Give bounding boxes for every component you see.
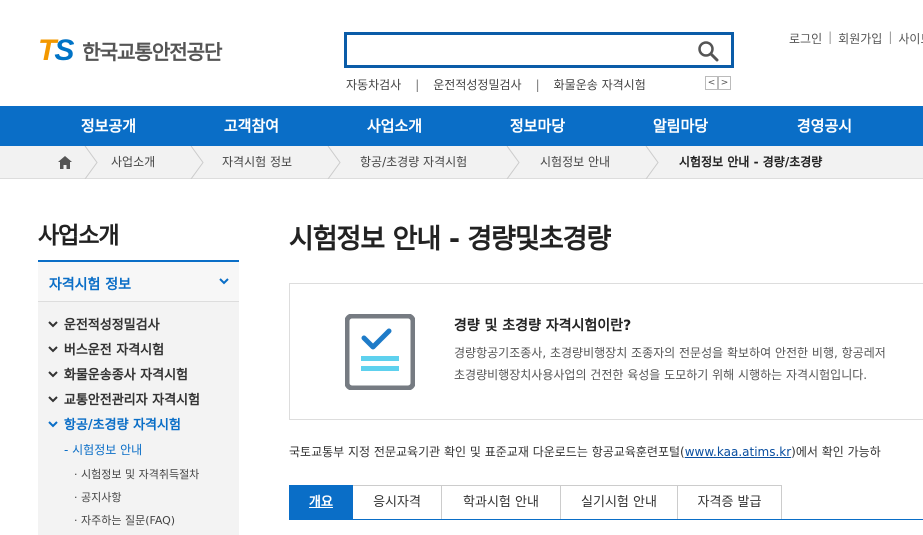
intro-box: 경량 및 초경량 자격시험이란? 경량항공기조종사, 초경량비행장치 조종자의 …	[289, 283, 923, 420]
lnb-item-aptitude[interactable]: 운전적성정밀검사	[48, 314, 160, 333]
lnb-item-cargo[interactable]: 화물운송종사 자격시험	[48, 364, 188, 383]
breadcrumb-item[interactable]: 자격시험 정보	[222, 146, 292, 179]
search-box	[344, 32, 734, 68]
site-header: T S 한국교통안전공단 자동차검사 | 운전적성정밀검사 | 화물운송 자격시…	[0, 0, 923, 106]
ts-logo-mark: T S	[38, 33, 75, 67]
intro-heading: 경량 및 초경량 자격시험이란?	[454, 318, 632, 334]
breadcrumb-separator-icon	[84, 146, 98, 179]
sitemap-link[interactable]: 사이트맵	[898, 30, 923, 47]
notice-text: 국토교통부 지정 전문교육기관 확인 및 표준교재 다운로드는 항공교육훈련포털…	[289, 443, 881, 460]
breadcrumb-separator-icon	[645, 146, 659, 179]
lnb-sub2-notice[interactable]: · 공지사항	[74, 489, 121, 505]
utility-links: 로그인 | 회원가입 | 사이트맵	[789, 30, 923, 47]
notice-suffix: )에서 확인 가능하	[791, 445, 881, 459]
breadcrumb: 사업소개 자격시험 정보 항공/초경량 자격시험 시험정보 안내 시험정보 안내…	[0, 146, 923, 179]
breadcrumb-separator-icon	[506, 146, 520, 179]
chevron-down-icon	[48, 345, 58, 352]
tabs-underline	[289, 519, 923, 520]
atims-portal-link[interactable]: www.kaa.atims.kr	[685, 445, 791, 459]
prev-arrow-button[interactable]: <	[705, 76, 718, 90]
lnb-sub-exam-info[interactable]: - 시험정보 안내	[64, 441, 142, 458]
chevron-down-icon	[48, 420, 58, 427]
logo-name: 한국교통안전공단	[82, 40, 222, 64]
lnb-sub2-faq[interactable]: · 자주하는 질문(FAQ)	[74, 512, 175, 528]
tab-license-issue[interactable]: 자격증 발급	[678, 485, 782, 520]
logo-letter-s: S	[54, 33, 75, 67]
login-link[interactable]: 로그인	[789, 30, 822, 47]
breadcrumb-item[interactable]: 사업소개	[111, 146, 155, 179]
tab-eligibility[interactable]: 응시자격	[353, 485, 442, 520]
gnb-item-info-square[interactable]: 정보마당	[510, 106, 565, 146]
lnb-item-label: 교통안전관리자 자격시험	[64, 393, 201, 408]
tab-practical-exam[interactable]: 실기시험 안내	[561, 485, 678, 520]
breadcrumb-separator-icon	[190, 146, 204, 179]
quick-link-vehicle-inspection[interactable]: 자동차검사	[346, 76, 401, 93]
breadcrumb-separator-icon	[327, 146, 341, 179]
checklist-icon	[345, 314, 415, 390]
chevron-down-icon	[48, 320, 58, 327]
logo-letter-t: T	[38, 33, 56, 67]
lnb-section-label: 자격시험 정보	[49, 277, 132, 293]
lnb-item-safety-manager[interactable]: 교통안전관리자 자격시험	[48, 389, 200, 408]
site-logo[interactable]: T S 한국교통안전공단	[38, 33, 223, 67]
gnb-item-customer[interactable]: 고객참여	[224, 106, 279, 146]
content-tabs: 개요 응시자격 학과시험 안내 실기시험 안내 자격증 발급	[289, 485, 782, 520]
intro-text-line: 경량항공기조종사, 초경량비행장치 조종자의 전문성을 확보하여 안전한 비행,…	[454, 346, 886, 360]
page-title: 시험정보 안내 - 경량및초경량	[289, 224, 611, 255]
left-navigation: 자격시험 정보 운전적성정밀검사 버스운전 자격시험 화물운송종사 자격시험 교…	[38, 262, 239, 535]
breadcrumb-item[interactable]: 시험정보 안내	[540, 146, 610, 179]
chevron-down-icon	[48, 395, 58, 402]
util-separator: |	[828, 30, 833, 44]
lnb-item-label: 운전적성정밀검사	[64, 318, 160, 333]
notice-prefix: 국토교통부 지정 전문교육기관 확인 및 표준교재 다운로드는 항공교육훈련포털…	[289, 445, 685, 459]
search-icon[interactable]	[697, 40, 719, 62]
util-separator: |	[888, 30, 893, 44]
quick-link-separator: |	[535, 77, 540, 92]
lnb-item-label: 버스운전 자격시험	[64, 343, 165, 358]
home-icon[interactable]	[58, 156, 72, 169]
signup-link[interactable]: 회원가입	[838, 30, 882, 47]
breadcrumb-current: 시험정보 안내 - 경량/초경량	[679, 155, 823, 169]
quick-link-arrows: < >	[705, 76, 731, 90]
next-arrow-button[interactable]: >	[718, 76, 731, 90]
lnb-title: 사업소개	[38, 223, 120, 249]
main-navigation: 정보공개 고객참여 사업소개 정보마당 알림마당 경영공시	[0, 106, 923, 146]
tab-written-exam[interactable]: 학과시험 안내	[442, 485, 561, 520]
lnb-sub2-procedure[interactable]: · 시험정보 및 자격취득절차	[74, 466, 199, 482]
lnb-item-label: 화물운송종사 자격시험	[64, 368, 189, 383]
lnb-item-label: 항공/초경량 자격시험	[64, 418, 181, 433]
lnb-item-bus[interactable]: 버스운전 자격시험	[48, 339, 164, 358]
lnb-section-header[interactable]: 자격시험 정보	[38, 262, 239, 302]
quick-links: 자동차검사 | 운전적성정밀검사 | 화물운송 자격시험	[346, 76, 646, 93]
quick-link-cargo-exam[interactable]: 화물운송 자격시험	[554, 76, 646, 93]
gnb-item-info-disclosure[interactable]: 정보공개	[81, 106, 136, 146]
gnb-item-notice[interactable]: 알림마당	[653, 106, 708, 146]
quick-link-aptitude-test[interactable]: 운전적성정밀검사	[433, 76, 521, 93]
quick-link-separator: |	[415, 77, 420, 92]
gnb-item-business[interactable]: 사업소개	[367, 106, 422, 146]
chevron-down-icon	[48, 370, 58, 377]
tab-overview[interactable]: 개요	[289, 485, 353, 520]
chevron-down-icon	[219, 278, 229, 285]
intro-text-line: 초경량비행장치사용사업의 건전한 육성을 도모하기 위해 시행하는 자격시험입니…	[454, 368, 868, 382]
lnb-item-aviation[interactable]: 항공/초경량 자격시험	[48, 414, 181, 433]
gnb-item-management[interactable]: 경영공시	[797, 106, 852, 146]
search-input[interactable]	[355, 35, 685, 65]
breadcrumb-item[interactable]: 항공/초경량 자격시험	[360, 146, 467, 179]
